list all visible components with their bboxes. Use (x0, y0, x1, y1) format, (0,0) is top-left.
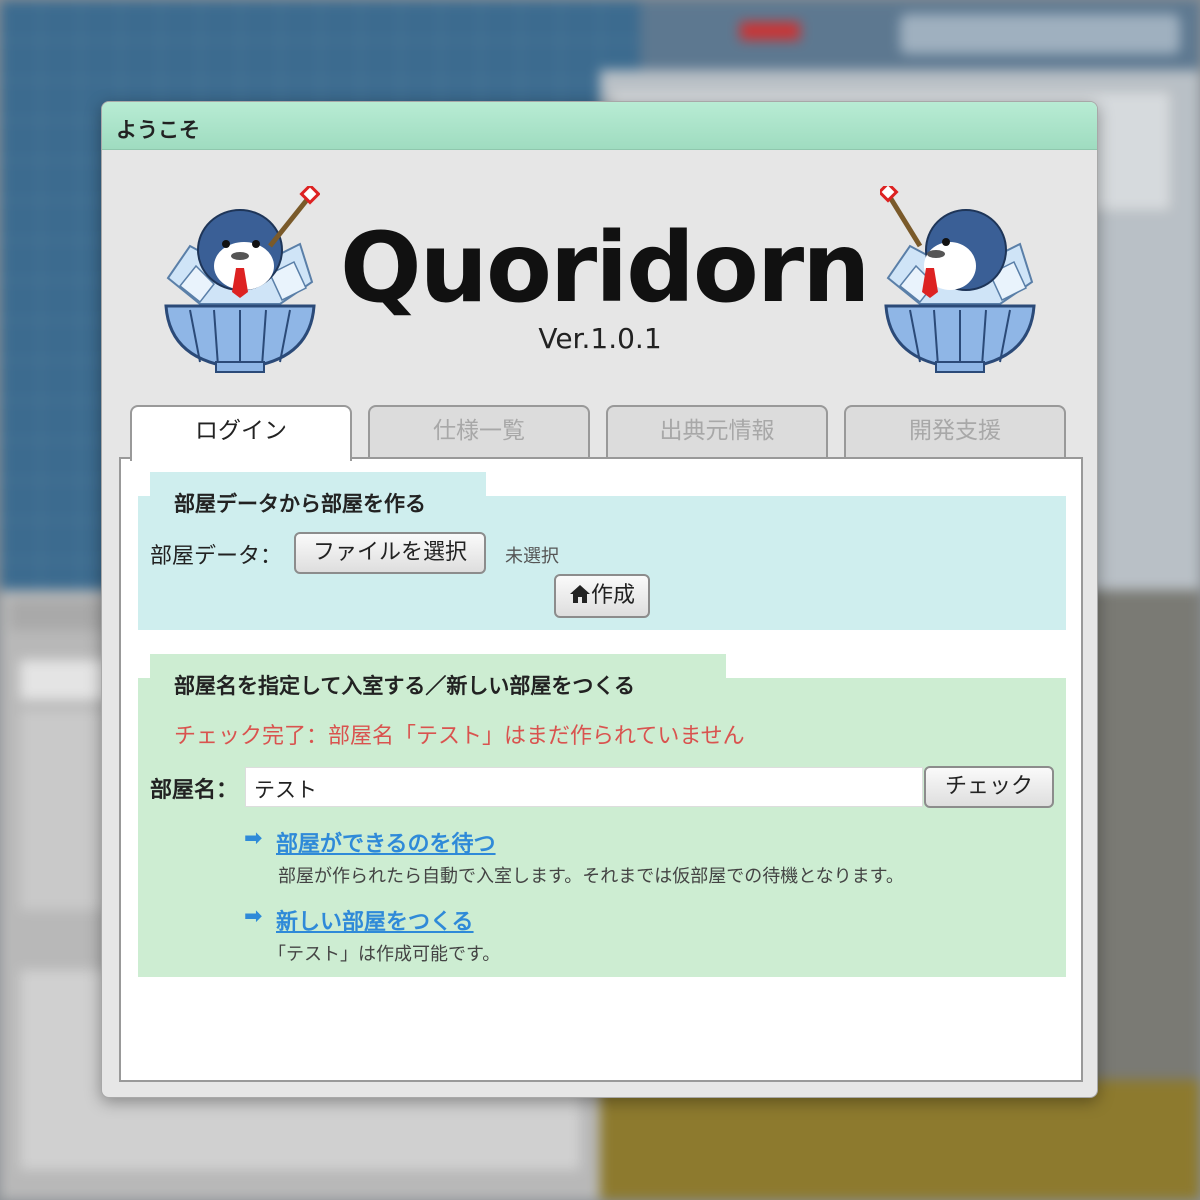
check-button[interactable]: チェック (924, 766, 1054, 808)
file-status: 未選択 (505, 546, 559, 567)
room-name-label: 部屋名： (150, 778, 239, 803)
tab-dev-support[interactable]: 開発支援 (844, 405, 1066, 457)
tab-sources[interactable]: 出典元情報 (606, 405, 828, 457)
app-logo: Quoridorn (340, 212, 871, 324)
welcome-dialog: ようこそ Quoridorn Ver.1.0.1 ログイン 仕様一覧 出典元情報… (101, 101, 1098, 1098)
app-version: Ver.1.0.1 (538, 322, 662, 355)
penguin-mascot-left (164, 186, 320, 373)
tab-login[interactable]: ログイン (130, 405, 352, 461)
tab-bar: ログイン 仕様一覧 出典元情報 開発支援 (130, 405, 1074, 461)
create-section-title: 部屋データから部屋を作る (174, 492, 426, 516)
bowl (884, 304, 1036, 373)
background-menu (900, 14, 1180, 54)
background-badge (740, 22, 800, 40)
login-panel: 部屋データから部屋を作る 部屋データ： ファイルを選択 未選択 作成 部屋名を指… (119, 457, 1083, 1082)
dialog-titlebar[interactable]: ようこそ (102, 102, 1097, 150)
room-data-label: 部屋データ： (150, 544, 283, 569)
background-wood (600, 1080, 1200, 1200)
room-name-input[interactable]: テスト (245, 767, 923, 807)
dialog-title: ようこそ (116, 118, 200, 142)
enter-section-title: 部屋名を指定して入室する／新しい部屋をつくる (174, 674, 635, 698)
wait-for-room-link[interactable]: 部屋ができるのを待つ (276, 826, 496, 858)
check-status-message: チェック完了：部屋名「テスト」はまだ作られていません (174, 724, 745, 749)
wait-for-room-description: 部屋が作られたら自動で入室します。それまでは仮部屋での待機となります。 (278, 866, 904, 887)
new-room-description: 「テスト」は作成可能です。 (268, 944, 501, 965)
arrow-right-icon: ➡ (244, 826, 263, 851)
home-icon (569, 585, 590, 603)
file-select-button[interactable]: ファイルを選択 (294, 532, 486, 574)
create-button-label: 作成 (590, 583, 635, 608)
tab-specs[interactable]: 仕様一覧 (368, 405, 590, 457)
new-room-link[interactable]: 新しい部屋をつくる (276, 904, 474, 936)
create-room-button[interactable]: 作成 (554, 574, 650, 618)
bowl (164, 304, 316, 373)
arrow-right-icon: ➡ (244, 904, 263, 929)
penguin-mascot-right (880, 186, 1036, 373)
